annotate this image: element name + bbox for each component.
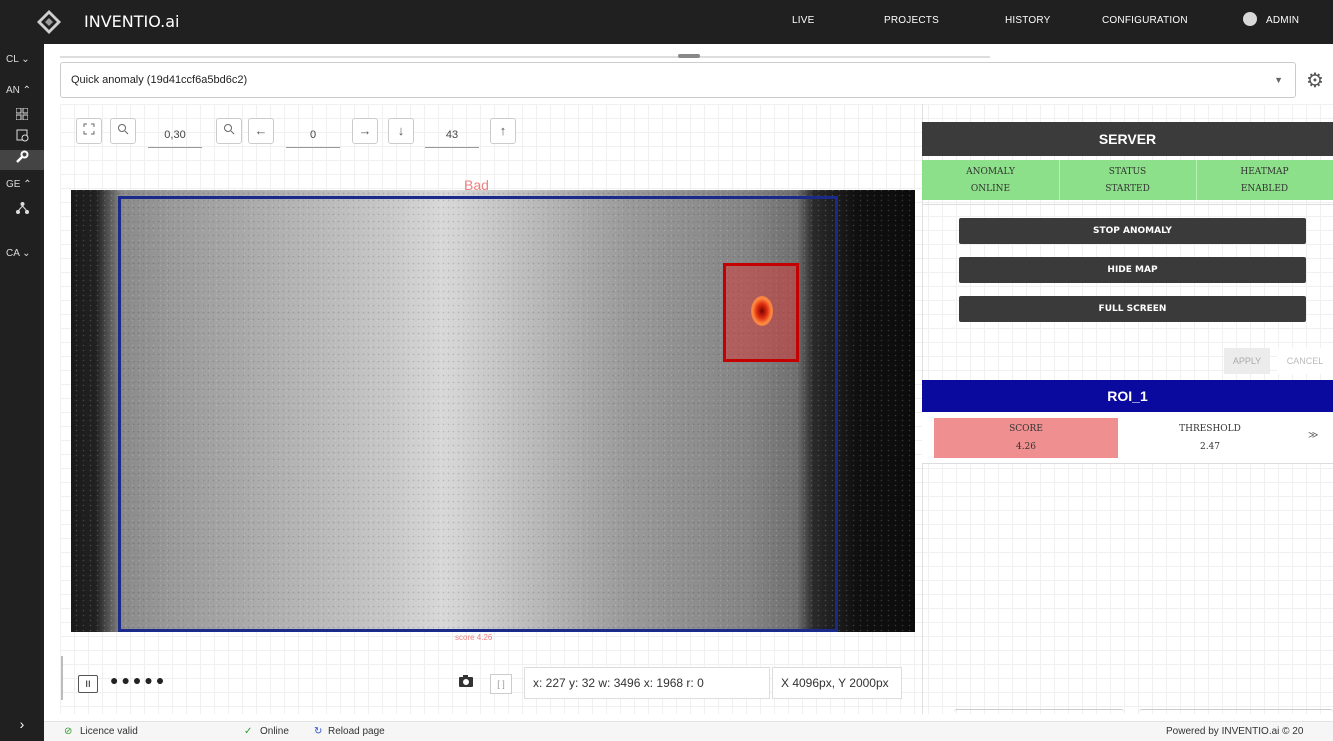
reload-page-link[interactable]: Reload page — [328, 726, 385, 737]
sidebar-item-ca[interactable]: CA ⌄ — [0, 243, 44, 265]
sidebar-item-ge[interactable]: GE ⌃ — [0, 174, 44, 196]
score-label: SCORE — [1009, 424, 1043, 434]
nav-history[interactable]: HISTORY — [1005, 15, 1051, 26]
score-value: 4.26 — [1015, 442, 1037, 452]
arrow-down-icon[interactable]: ↓ — [388, 118, 414, 144]
fullscreen-icon[interactable] — [76, 118, 102, 144]
stop-anomaly-button[interactable]: STOP ANOMALY — [959, 218, 1306, 244]
status-bar: ⊘ Licence valid ✓ Online ↻ Reload page P… — [44, 721, 1333, 741]
threshold-cell[interactable]: THRESHOLD 2.47 — [1118, 418, 1302, 458]
pause-button[interactable]: II — [78, 675, 98, 693]
nav-live[interactable]: LIVE — [792, 15, 814, 26]
status-anomaly: ANOMALY ONLINE — [922, 160, 1059, 200]
divider — [61, 656, 63, 700]
tab-handle[interactable] — [678, 54, 700, 58]
roi-header: ROI_1 — [922, 380, 1333, 412]
full-screen-button[interactable]: FULL SCREEN — [959, 296, 1306, 322]
hide-map-button[interactable]: HIDE MAP — [959, 257, 1306, 283]
reload-icon[interactable]: ↻ — [314, 726, 322, 737]
status-heatmap-label: HEATMAP — [1240, 167, 1289, 177]
status-heatmap-value: ENABLED — [1240, 184, 1289, 194]
nav-configuration[interactable]: CONFIGURATION — [1102, 15, 1188, 26]
server-header: SERVER — [922, 122, 1333, 156]
cancel-button[interactable]: CANCEL — [1277, 348, 1333, 374]
server-status: ANOMALY ONLINE STATUS STARTED HEATMAP EN… — [922, 160, 1333, 200]
powered-by: Powered by INVENTIO.ai © 20 — [1166, 726, 1304, 737]
sidebar-item-an[interactable]: AN ⌃ — [0, 80, 44, 102]
sidebar-expand-icon[interactable]: › — [0, 708, 44, 741]
threshold-label: THRESHOLD — [1179, 424, 1241, 434]
arrow-up-icon[interactable]: ↑ — [490, 118, 516, 144]
status-status-value: STARTED — [1105, 184, 1150, 194]
anomaly-box[interactable] — [723, 263, 799, 362]
model-select[interactable]: Quick anomaly (19d41ccf6a5bd6c2) ▼ — [60, 62, 1296, 98]
left-sidebar: CL ⌄ AN ⌃ GE ⌃ CA ⌄ › — [0, 44, 44, 741]
threshold-value[interactable]: 2.47 — [1118, 442, 1302, 452]
check-circle-icon: ⊘ — [64, 726, 73, 737]
top-navbar: INVENTIO.ai LIVE PROJECTS HISTORY CONFIG… — [0, 0, 1333, 44]
sidebar-item-cl[interactable]: CL ⌄ — [0, 49, 44, 71]
score-cell: SCORE 4.26 — [934, 418, 1118, 458]
apply-button[interactable]: APPLY — [1224, 348, 1270, 374]
image-size: X 4096px, Y 2000px — [772, 667, 902, 699]
nav-admin[interactable]: ADMIN — [1266, 15, 1299, 26]
roi-box[interactable] — [118, 196, 838, 632]
nav-projects[interactable]: PROJECTS — [884, 15, 939, 26]
anomaly-heatmap-spot — [751, 296, 773, 326]
roi-details: SCORE 4.26 THRESHOLD 2.47 ≫ — [922, 412, 1333, 464]
zoom-field[interactable]: 0,30 — [148, 120, 202, 148]
gear-icon[interactable]: ⚙ — [1306, 70, 1328, 92]
status-status: STATUS STARTED — [1059, 160, 1196, 200]
check-icon: ✓ — [244, 726, 253, 737]
tab-strip — [60, 56, 990, 58]
zoom-out-icon[interactable] — [110, 118, 136, 144]
divider — [922, 204, 1333, 205]
expand-icon[interactable]: ≫ — [1308, 430, 1318, 441]
user-avatar-icon[interactable] — [1243, 12, 1257, 26]
grid-icon[interactable] — [8, 106, 36, 126]
licence-status: Licence valid — [80, 726, 138, 737]
wrench-icon[interactable] — [0, 150, 44, 170]
fit-view-icon[interactable]: [ ] — [490, 674, 512, 694]
chevron-down-icon[interactable]: ▼ — [1274, 75, 1283, 85]
model-select-value: Quick anomaly (19d41ccf6a5bd6c2) — [71, 74, 248, 86]
image-viewer[interactable] — [71, 190, 915, 632]
score-caption: score 4.26 — [455, 633, 493, 642]
roi-coordinates: x: 227 y: 32 w: 3496 x: 1968 r: 0 — [524, 667, 770, 699]
loading-dots: ●●●●● — [110, 672, 168, 688]
image-settings-icon[interactable] — [8, 128, 36, 148]
y-offset-field[interactable]: 43 — [425, 120, 479, 148]
main-area: Quick anomaly (19d41ccf6a5bd6c2) ▼ ⚙ 0,3… — [44, 44, 1333, 721]
status-anomaly-value: ONLINE — [970, 184, 1011, 194]
status-anomaly-label: ANOMALY — [966, 167, 1015, 177]
status-heatmap: HEATMAP ENABLED — [1196, 160, 1333, 200]
panel-tab[interactable] — [1139, 709, 1333, 715]
arrow-left-icon[interactable]: ← — [248, 118, 274, 144]
online-status: Online — [260, 726, 289, 737]
inventio-logo-icon[interactable] — [36, 9, 62, 35]
x-offset-field[interactable]: 0 — [286, 120, 340, 148]
arrow-right-icon[interactable]: → — [352, 118, 378, 144]
camera-icon[interactable] — [458, 674, 478, 692]
app-title: INVENTIO.ai — [84, 12, 180, 31]
network-icon[interactable] — [8, 200, 36, 220]
app-root: INVENTIO.ai LIVE PROJECTS HISTORY CONFIG… — [0, 0, 1333, 741]
zoom-in-icon[interactable] — [216, 118, 242, 144]
panel-tab[interactable] — [954, 709, 1124, 715]
status-status-label: STATUS — [1108, 167, 1147, 177]
